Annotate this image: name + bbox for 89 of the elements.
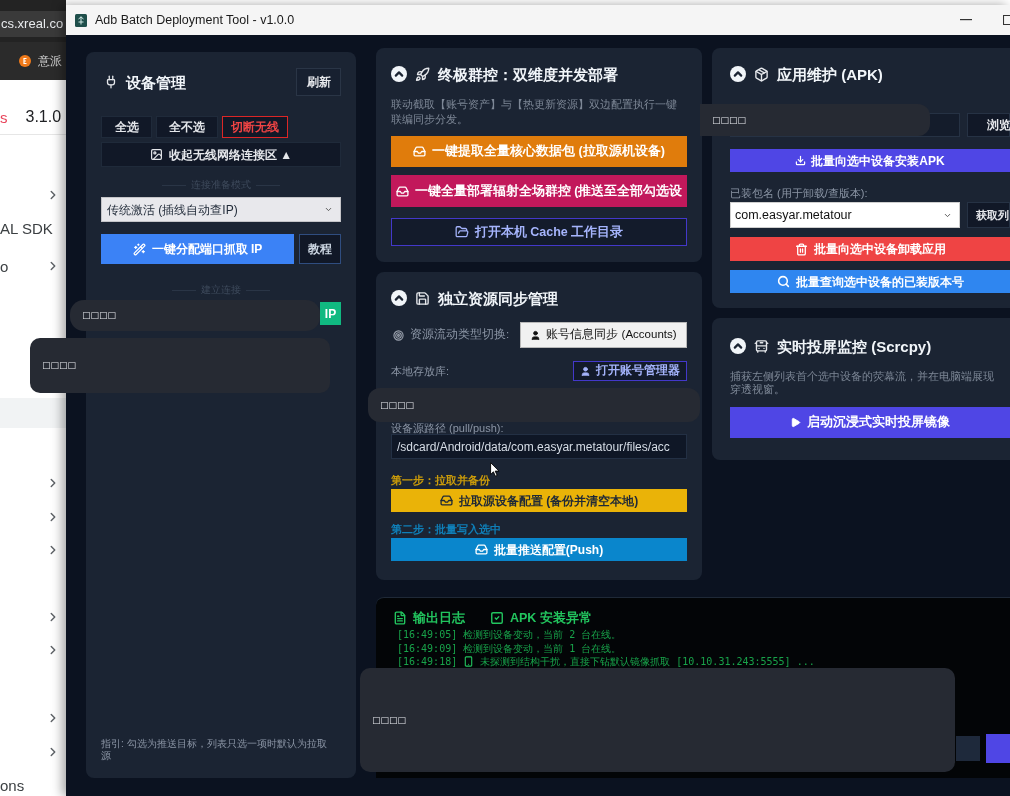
collapse-chevron-icon[interactable] bbox=[730, 66, 746, 82]
field-label: 设备源路径 (pull/push): bbox=[391, 423, 505, 434]
field-label: 已装包名 (用于卸载/查版本): bbox=[730, 187, 869, 199]
mouse-pointer-icon bbox=[490, 462, 500, 477]
fetch-list-button[interactable]: 获取列 bbox=[967, 202, 1010, 228]
query-version-button[interactable]: 批量查询选中设备的已装版本号 bbox=[730, 270, 1010, 293]
log-message: 未探测到结构干扰，直接下钻默认镜像抓取 [10.10.31.243:5555] ... bbox=[480, 655, 815, 669]
user-icon bbox=[530, 329, 542, 341]
address-bar[interactable]: cs.xreal.co bbox=[0, 11, 66, 37]
search-icon bbox=[776, 275, 790, 288]
popup-text: □□□□ bbox=[82, 311, 116, 320]
checkbox[interactable] bbox=[490, 611, 504, 625]
device-path-field[interactable]: /sdcard/Android/data/com.easyar.metatour/files/acc bbox=[391, 434, 687, 459]
box-icon bbox=[754, 66, 769, 82]
target-icon bbox=[393, 329, 404, 341]
log-timestamp: [16:49:05] bbox=[397, 628, 458, 642]
field-label: 资源流动类型切换: bbox=[410, 327, 510, 343]
panel-title: 独立资源同步管理 bbox=[438, 290, 558, 306]
package-select[interactable]: com.easyar.metatour bbox=[730, 202, 960, 228]
log-timestamp: [16:49:18] bbox=[397, 655, 458, 669]
uninstall-app-button[interactable]: 批量向选中设备卸载应用 bbox=[730, 237, 1010, 261]
field-label: 本地存放库: bbox=[391, 363, 450, 379]
pull-config-button[interactable]: 拉取源设备配置 (备份并清空本地) bbox=[391, 489, 687, 512]
popup-text: □□□□ bbox=[372, 715, 406, 725]
collapse-chevron-icon[interactable] bbox=[391, 290, 407, 306]
app-icon bbox=[75, 13, 87, 27]
nav-item-label[interactable]: ons bbox=[0, 777, 25, 793]
browse-button[interactable]: 浏览 bbox=[967, 113, 1010, 137]
step-label: 第二步：批量写入选中 bbox=[391, 523, 502, 535]
collapse-chevron-icon[interactable] bbox=[391, 66, 407, 82]
collapse-wireless-bar[interactable]: 收起无线网络连接区 ▲ bbox=[101, 142, 341, 167]
minimize-icon[interactable] bbox=[960, 19, 972, 21]
inbox-tray-icon bbox=[474, 543, 488, 556]
open-account-manager-button[interactable]: 打开账号管理器 bbox=[573, 361, 687, 381]
mode-select[interactable]: 传统激活 (插线自动查IP) bbox=[101, 197, 341, 222]
file-icon bbox=[393, 611, 407, 625]
panel-title: 终极群控：双维度并发部署 bbox=[438, 66, 618, 82]
panel-description: 捕获左侧列表首个选中设备的荧幕流，并在电脑端展现 穿透视窗。 bbox=[730, 370, 995, 396]
log-message: 检测到设备变动，当前 1 台在线。 bbox=[463, 641, 622, 655]
device-icon bbox=[463, 656, 475, 668]
maximize-icon[interactable] bbox=[1003, 15, 1010, 25]
window-title: Adb Batch Deployment Tool - v1.0.0 bbox=[95, 11, 295, 29]
start-mirror-button[interactable]: 启动沉浸式实时投屏镜像 bbox=[730, 407, 1010, 438]
command-input-field[interactable] bbox=[956, 736, 980, 761]
panel-title: 应用维护 (APK) bbox=[777, 66, 883, 82]
assign-port-button[interactable]: 一键分配端口抓取 IP bbox=[101, 234, 294, 264]
dropdown-caret-icon bbox=[324, 205, 333, 214]
log-timestamp: [16:49:09] bbox=[397, 641, 458, 655]
version-label: 3.1.0 bbox=[25, 109, 62, 125]
download-icon bbox=[795, 155, 807, 166]
select-all-button[interactable]: 全选 bbox=[101, 116, 152, 138]
log-message: 检测到设备变动，当前 2 台在线。 bbox=[463, 628, 622, 642]
inbox-tray-icon bbox=[395, 184, 409, 198]
play-icon bbox=[790, 417, 801, 428]
nav-item-label[interactable]: AL SDK bbox=[0, 220, 53, 236]
bus-icon bbox=[754, 338, 769, 354]
disconnect-wireless-button[interactable]: 切断无线 bbox=[222, 116, 288, 138]
image-icon bbox=[149, 148, 163, 161]
rocket-icon bbox=[415, 66, 430, 82]
version-tag: s bbox=[0, 109, 8, 125]
open-cache-folder-button[interactable]: 打开本机 Cache 工作目录 bbox=[391, 218, 687, 246]
bookmark-favicon-icon[interactable] bbox=[19, 55, 31, 67]
refresh-button[interactable]: 刷新 bbox=[296, 68, 341, 96]
inbox-tray-icon bbox=[413, 145, 427, 158]
panel-description: 联动截取【账号资产】与【热更新资源】双边配置执行一键联编同步分发。 bbox=[391, 97, 678, 127]
hint-text: 指引: 勾选为推送目标，列表只选一项时默认为拉取源 bbox=[101, 738, 328, 762]
panel-title: 实时投屏监控 (Scrcpy) bbox=[777, 338, 932, 354]
user-icon bbox=[580, 365, 591, 377]
popup-text: □□□□ bbox=[42, 361, 76, 370]
flow-type-select[interactable]: 账号信息同步 (Accounts) bbox=[520, 322, 687, 348]
popup-text: □□□□ bbox=[380, 400, 414, 410]
popup-text: □□□□ bbox=[712, 115, 746, 125]
step-label: 第一步：拉取并备份 bbox=[391, 474, 491, 486]
trash-icon bbox=[794, 242, 808, 256]
folder-icon bbox=[454, 225, 469, 239]
panel-title: 设备管理 bbox=[126, 74, 186, 90]
select-none-button[interactable]: 全不选 bbox=[156, 116, 218, 138]
collapse-chevron-icon[interactable] bbox=[730, 338, 746, 354]
bookmark-link[interactable]: 意派 bbox=[38, 52, 62, 70]
log-title: 输出日志 bbox=[413, 611, 465, 625]
tutorial-button[interactable]: 教程 bbox=[299, 234, 341, 264]
plug-icon bbox=[104, 75, 118, 89]
checkbox-label: APK 安装异常 bbox=[510, 611, 592, 625]
inbox-tray-icon bbox=[439, 494, 453, 507]
magic-wand-icon bbox=[132, 242, 146, 256]
push-config-button[interactable]: 批量推送配置(Push) bbox=[391, 538, 687, 561]
nav-item-label[interactable]: o bbox=[0, 258, 9, 274]
install-apk-button[interactable]: 批量向选中设备安装APK bbox=[730, 149, 1010, 172]
deploy-all-button[interactable]: 一键全量部署辐射全场群控 (推送至全部勾选设 bbox=[391, 175, 687, 207]
